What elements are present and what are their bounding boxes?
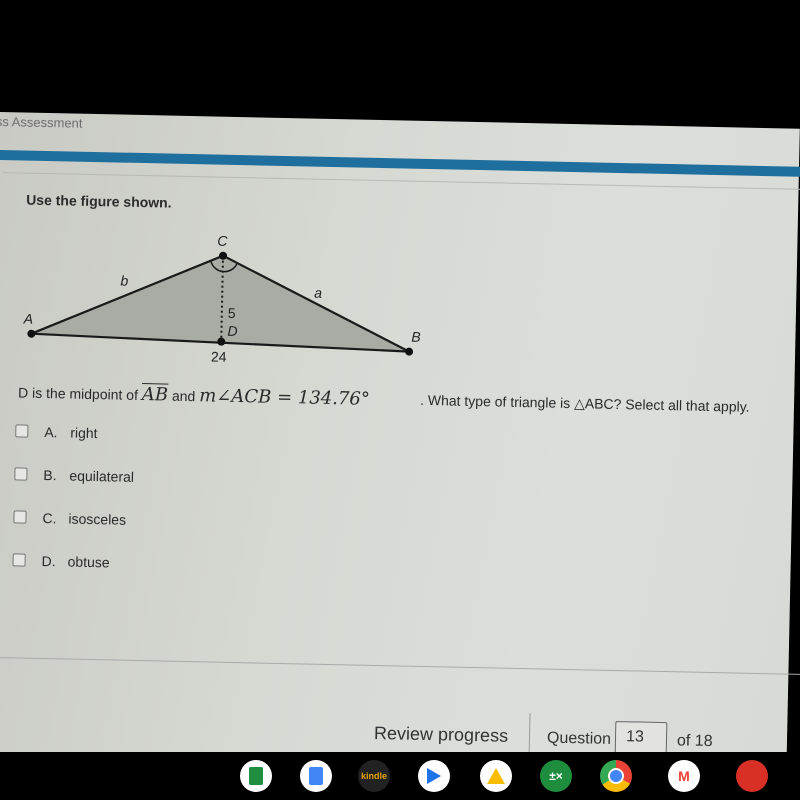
label-d: D (227, 323, 237, 339)
choice-d[interactable]: D. obtuse (12, 552, 132, 597)
checkbox[interactable] (13, 510, 27, 524)
chrome-icon[interactable] (600, 760, 632, 792)
segment-ab: AB (141, 384, 169, 406)
angle-expression: m∠ACB = 134.76° (198, 385, 371, 410)
google-drive-icon[interactable] (480, 760, 512, 792)
kindle-label: kindle (360, 771, 387, 781)
label-b: B (411, 329, 421, 345)
question-label: Question (546, 729, 612, 748)
os-shelf: kindle ±× M (0, 752, 800, 800)
choice-text: equilateral (69, 467, 135, 485)
choice-a[interactable]: A. right (15, 423, 135, 468)
google-sheets-icon[interactable] (240, 760, 272, 792)
app-arrow-icon[interactable] (418, 760, 450, 792)
kindle-icon[interactable]: kindle (358, 760, 390, 792)
question-number-input[interactable] (614, 721, 668, 755)
choice-text: isosceles (68, 510, 127, 528)
stem-and: and (171, 387, 196, 405)
choice-letter: A. (44, 423, 58, 441)
google-docs-icon[interactable] (300, 760, 332, 792)
checkbox[interactable] (12, 553, 26, 567)
point-a (27, 329, 36, 338)
triangle-figure: A B C D b a 5 24 (23, 233, 421, 365)
question-card: Use the figure shown. A B C D b a 5 24 D… (0, 172, 800, 621)
checkbox[interactable] (15, 424, 29, 438)
stem-suffix: . What type of triangle is △ABC? Select … (419, 391, 750, 415)
browser-screen: ss Assessment Use the figure shown. A B … (0, 112, 800, 769)
choice-letter: C. (42, 509, 57, 527)
label-side-b: b (120, 273, 128, 289)
label-a: A (23, 311, 34, 327)
choice-text: obtuse (67, 553, 110, 571)
choice-text: right (70, 424, 98, 442)
checkbox[interactable] (14, 467, 28, 481)
app-red-icon[interactable] (736, 760, 768, 792)
choice-letter: D. (41, 552, 56, 570)
page-title: ss Assessment (0, 113, 83, 131)
footer-divider (0, 656, 800, 676)
gmail-icon[interactable]: M (668, 760, 700, 792)
answer-choices: A. right B. equilateral C. isosceles D. … (12, 423, 135, 597)
calculator-icon[interactable]: ±× (540, 760, 572, 792)
label-side-a: a (314, 285, 322, 301)
label-height: 5 (228, 305, 236, 321)
choice-b[interactable]: B. equilateral (14, 466, 134, 511)
choice-letter: B. (43, 466, 57, 484)
label-c: C (217, 233, 228, 249)
point-b (405, 347, 414, 356)
question-total: of 18 (676, 732, 713, 751)
question-prompt: Use the figure shown. (26, 191, 172, 211)
question-stem: D is the midpoint of AB and m∠ACB = 134.… (18, 381, 798, 418)
label-base: 24 (211, 348, 227, 364)
stem-prefix: D is the midpoint of (17, 384, 139, 403)
header-bar (0, 149, 800, 178)
choice-c[interactable]: C. isosceles (13, 509, 133, 554)
